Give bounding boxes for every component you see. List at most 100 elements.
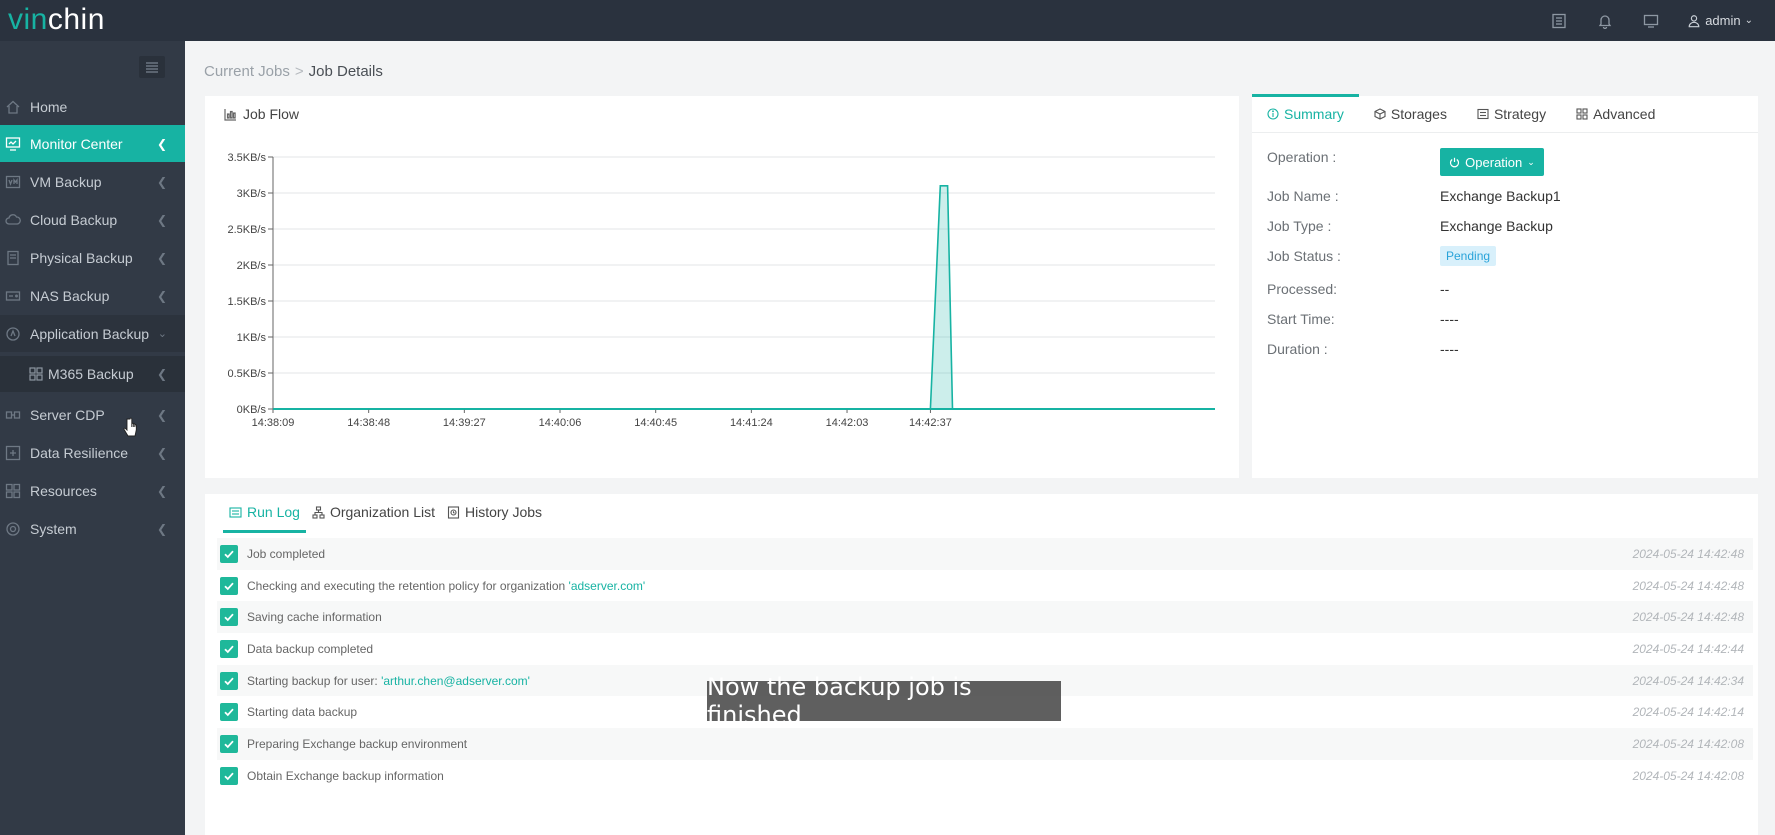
checkbox-checked-icon[interactable] <box>220 576 238 595</box>
start-time-label: Start Time: <box>1267 311 1335 327</box>
log-timestamp: 2024-05-24 14:42:08 <box>1632 768 1744 783</box>
y-tick-label: 3KB/s <box>237 188 267 200</box>
sidebar-item-m365-backup[interactable]: M365 Backup ❮ <box>0 356 185 392</box>
user-menu[interactable]: admin ⌄ <box>1687 13 1753 28</box>
chevron-left-icon: ❮ <box>156 367 167 381</box>
job-name-value: Exchange Backup1 <box>1440 188 1561 204</box>
checkbox-checked-icon[interactable] <box>220 734 238 753</box>
log-highlight: 'arthur.chen@adserver.com' <box>381 673 530 688</box>
x-tick-label: 14:42:37 <box>909 417 952 429</box>
y-tick-label: 2.5KB/s <box>227 224 266 236</box>
chevron-left-icon: ❮ <box>156 288 167 303</box>
status-badge: Pending <box>1440 246 1497 266</box>
power-icon <box>1450 157 1460 167</box>
monitor-icon[interactable] <box>1641 11 1661 31</box>
sidebar-item-label: Home <box>30 98 68 115</box>
processed-value: -- <box>1440 281 1450 297</box>
job-flow-card: Job Flow 3.5KB/s 3KB/s 2.5KB/s 2KB/s 1.5KB/s… <box>205 96 1239 478</box>
logo-text-vin: vin <box>8 3 48 36</box>
log-message: Data backup completed <box>247 642 373 656</box>
sidebar-item-label: Monitor Center <box>30 135 123 152</box>
user-icon <box>1688 14 1700 27</box>
log-icon <box>229 506 242 518</box>
log-text: Preparing Exchange backup environment <box>247 736 468 751</box>
log-entry: Obtain Exchange backup information 2024-0… <box>217 760 1753 792</box>
log-highlight: 'adserver.com' <box>568 578 646 593</box>
grid-icon <box>29 367 43 381</box>
tab-history-jobs[interactable]: History Jobs <box>441 494 548 530</box>
checkbox-checked-icon[interactable] <box>220 703 238 722</box>
tab-advanced[interactable]: Advanced <box>1561 96 1670 132</box>
log-timestamp: 2024-05-24 14:42:08 <box>1632 736 1744 751</box>
breadcrumb-current-jobs[interactable]: Current Jobs <box>204 63 290 80</box>
list-icon[interactable] <box>1549 11 1569 31</box>
checkbox-checked-icon[interactable] <box>220 544 238 563</box>
sidebar-item-resources[interactable]: Resources ❮ <box>0 472 185 509</box>
chevron-left-icon: ❮ <box>156 250 167 265</box>
chevron-down-icon: ⌄ <box>157 328 167 340</box>
log-text: Obtain Exchange backup information <box>247 768 444 783</box>
sidebar-item-vm-backup[interactable]: VM Backup ❮ <box>0 163 185 200</box>
processed-label: Processed: <box>1267 281 1338 297</box>
series-line <box>273 185 1215 410</box>
doc-icon <box>1477 108 1489 120</box>
log-entry: Job completed 2024-05-24 14:42:48 <box>217 538 1753 570</box>
log-message: Starting data backup <box>247 705 357 719</box>
chevron-down-icon: ⌄ <box>1744 15 1753 26</box>
sidebar-item-data-resilience[interactable]: Data Resilience ❮ <box>0 434 185 471</box>
chevron-left-icon: ❮ <box>156 136 167 151</box>
sidebar-item-server-cdp[interactable]: Server CDP ❮ <box>0 396 185 433</box>
log-timestamp: 2024-05-24 14:42:48 <box>1632 610 1744 625</box>
checkbox-checked-icon[interactable] <box>220 639 238 658</box>
breadcrumb-separator: > <box>294 63 304 80</box>
home-icon <box>5 99 21 115</box>
sidebar-item-nas-backup[interactable]: NAS Backup ❮ <box>0 277 185 314</box>
sidebar-collapse-button[interactable] <box>139 56 165 78</box>
y-tick-label: 1KB/s <box>237 332 267 344</box>
hand-cursor-icon <box>123 417 137 437</box>
log-entry: Preparing Exchange backup environment 202… <box>217 728 1753 760</box>
tab-summary[interactable]: Summary <box>1252 94 1359 132</box>
checkbox-checked-icon[interactable] <box>220 766 238 785</box>
log-timestamp: 2024-05-24 14:42:14 <box>1632 705 1744 720</box>
job-name-label: Job Name : <box>1267 188 1339 204</box>
tab-label: Advanced <box>1593 106 1656 122</box>
summary-tabs: Summary Storages Strategy Advanced <box>1252 94 1758 133</box>
checkbox-checked-icon[interactable] <box>220 671 238 690</box>
sidebar-item-home[interactable]: Home <box>0 88 185 125</box>
log-message: Saving cache information <box>247 610 382 624</box>
bell-icon[interactable] <box>1595 11 1615 31</box>
tab-run-log[interactable]: Run Log <box>223 494 306 533</box>
checkbox-checked-icon[interactable] <box>220 608 238 627</box>
log-timestamp: 2024-05-24 14:42:34 <box>1632 673 1744 688</box>
vm-icon <box>5 174 21 190</box>
server-icon <box>5 250 21 266</box>
sidebar-item-system[interactable]: System ❮ <box>0 510 185 547</box>
sidebar-item-monitor-center[interactable]: Monitor Center ❮ <box>0 125 185 162</box>
x-tick-label: 14:41:24 <box>730 417 773 429</box>
log-text: Starting data backup <box>247 705 358 720</box>
chevron-left-icon: ❮ <box>156 445 167 460</box>
tab-organization-list[interactable]: Organization List <box>306 494 441 530</box>
chevron-left-icon: ❮ <box>156 212 167 227</box>
sidebar-item-label: VM Backup <box>30 173 102 190</box>
tab-strategy[interactable]: Strategy <box>1462 96 1561 132</box>
operation-button[interactable]: Operation ⌄ <box>1440 148 1544 176</box>
x-tick-label: 14:40:06 <box>539 417 582 429</box>
log-text: Checking and executing the retention pol… <box>247 578 569 593</box>
sidebar-item-application-backup[interactable]: Application Backup ⌄ <box>0 315 185 352</box>
top-bar: vinchin admin ⌄ <box>0 0 1775 41</box>
run-log-list: Job completed 2024-05-24 14:42:48 Checking… <box>217 538 1753 792</box>
breadcrumb-job-details: Job Details <box>308 63 383 80</box>
cloud-icon <box>5 212 21 228</box>
y-tick-label: 2KB/s <box>237 260 267 272</box>
sidebar-item-cloud-backup[interactable]: Cloud Backup ❮ <box>0 201 185 238</box>
vinchin-logo[interactable]: vinchin <box>8 2 105 38</box>
sidebar-item-physical-backup[interactable]: Physical Backup ❮ <box>0 239 185 276</box>
log-timestamp: 2024-05-24 14:42:48 <box>1632 578 1744 593</box>
log-timestamp: 2024-05-24 14:42:48 <box>1632 546 1744 561</box>
operation-label: Operation : <box>1267 149 1337 165</box>
cdp-icon <box>5 407 21 423</box>
tab-storages[interactable]: Storages <box>1359 96 1462 132</box>
log-text: Starting backup for user: <box>247 673 382 688</box>
